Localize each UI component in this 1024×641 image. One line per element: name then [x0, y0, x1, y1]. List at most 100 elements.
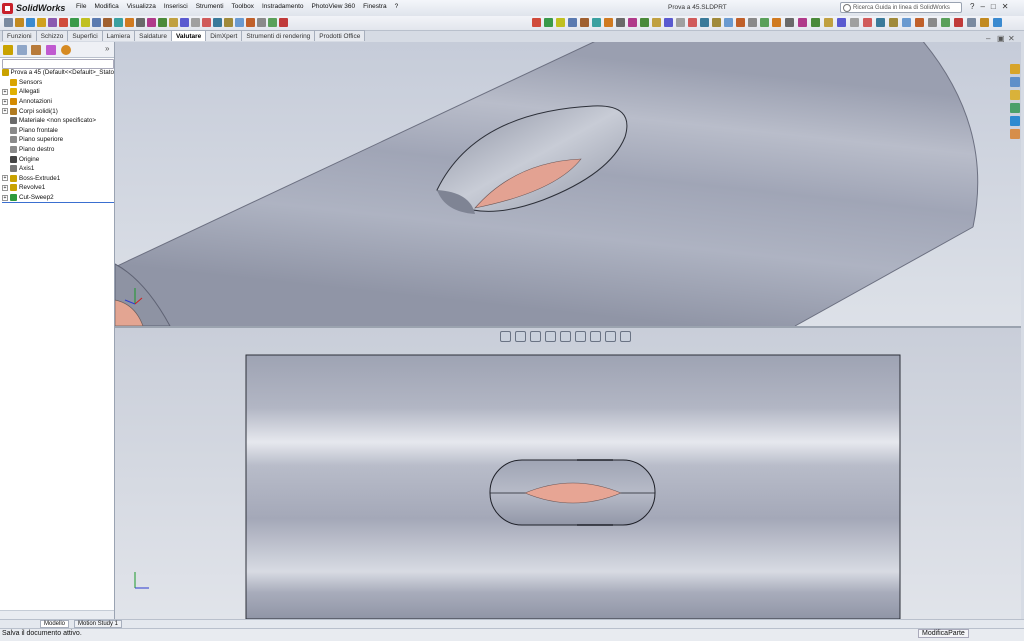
tree-item[interactable]: + Cut-Sweep2: [2, 193, 114, 204]
tab-lamiera[interactable]: Lamiera: [101, 30, 136, 41]
viewport-front[interactable]: [115, 328, 1021, 619]
toolbar-view-icon[interactable]: [889, 18, 898, 27]
toolbar-tool-icon[interactable]: [279, 18, 288, 27]
restore-button[interactable]: □: [991, 2, 996, 11]
menu-photoview-360[interactable]: PhotoView 360: [312, 3, 356, 10]
toolbar-view-icon[interactable]: [954, 18, 963, 27]
view-orientation-icon[interactable]: [560, 331, 571, 342]
toolbar-view-icon[interactable]: [863, 18, 872, 27]
toolbar-sketch-icon[interactable]: [748, 18, 757, 27]
viewport-close-button[interactable]: ✕: [1008, 34, 1015, 43]
toolbar-sketch-icon[interactable]: [592, 18, 601, 27]
toolbar-sketch-icon[interactable]: [688, 18, 697, 27]
home-icon[interactable]: [1010, 64, 1020, 74]
toolbar-sketch-icon[interactable]: [604, 18, 613, 27]
tree-item[interactable]: Piano superiore: [2, 135, 114, 145]
toolbar-sketch-icon[interactable]: [640, 18, 649, 27]
minimize-button[interactable]: –: [980, 2, 984, 11]
library-icon[interactable]: [1010, 90, 1020, 100]
zoom-fit-icon[interactable]: [500, 331, 511, 342]
toolbar-tool-icon[interactable]: [125, 18, 134, 27]
viewport-isometric[interactable]: [115, 42, 1021, 326]
toolbar-view-icon[interactable]: [941, 18, 950, 27]
toolbar-sketch-icon[interactable]: [544, 18, 553, 27]
toolbar-sketch-icon[interactable]: [616, 18, 625, 27]
toolbar-sketch-icon[interactable]: [556, 18, 565, 27]
tree-item[interactable]: Piano frontale: [2, 126, 114, 136]
section-view-icon[interactable]: [545, 331, 556, 342]
tab-valutare[interactable]: Valutare: [170, 30, 207, 41]
toolbar-tool-icon[interactable]: [92, 18, 101, 27]
toolbar-tool-icon[interactable]: [48, 18, 57, 27]
appearances-icon[interactable]: [1010, 116, 1020, 126]
expand-panel-icon[interactable]: »: [105, 44, 109, 53]
dimxpert-tab-icon[interactable]: [46, 45, 56, 55]
tree-item[interactable]: Materiale <non specificato>: [2, 116, 114, 126]
menu-finestra[interactable]: Finestra: [363, 3, 386, 10]
toolbar-tool-icon[interactable]: [235, 18, 244, 27]
help-search-input[interactable]: Ricerca Guida in linea di SolidWorks: [840, 2, 962, 13]
menu-strumenti[interactable]: Strumenti: [196, 3, 224, 10]
tab-funzioni[interactable]: Funzioni: [2, 30, 37, 41]
toolbar-view-icon[interactable]: [785, 18, 794, 27]
tree-item[interactable]: + Allegati: [2, 87, 114, 97]
toolbar-tool-icon[interactable]: [158, 18, 167, 27]
toolbar-tool-icon[interactable]: [224, 18, 233, 27]
toolbar-view-icon[interactable]: [850, 18, 859, 27]
toolbar-view-icon[interactable]: [876, 18, 885, 27]
tree-item[interactable]: + Revolve1: [2, 183, 114, 193]
solidworks-logo[interactable]: SolidWorks: [2, 2, 65, 14]
toolbar-tool-icon[interactable]: [246, 18, 255, 27]
toolbar-view-icon[interactable]: [928, 18, 937, 27]
toolbar-view-icon[interactable]: [772, 18, 781, 27]
zoom-area-icon[interactable]: [515, 331, 526, 342]
tree-item[interactable]: Axis1: [2, 164, 114, 174]
toolbar-view-icon[interactable]: [837, 18, 846, 27]
menu-modifica[interactable]: Modifica: [94, 3, 118, 10]
panel-horizontal-scrollbar[interactable]: [0, 610, 114, 619]
toolbar-view-icon[interactable]: [824, 18, 833, 27]
menu-toolbox[interactable]: Toolbox: [232, 3, 254, 10]
bottom-tab-motion-study-1[interactable]: Motion Study 1: [74, 620, 123, 628]
menu-visualizza[interactable]: Visualizza: [127, 3, 156, 10]
edit-appearance-icon[interactable]: [605, 331, 616, 342]
toolbar-tool-icon[interactable]: [191, 18, 200, 27]
toolbar-sketch-icon[interactable]: [736, 18, 745, 27]
display-style-icon[interactable]: [575, 331, 586, 342]
tree-item[interactable]: + Annotazioni: [2, 97, 114, 107]
toolbar-sketch-icon[interactable]: [700, 18, 709, 27]
toolbar-sketch-icon[interactable]: [580, 18, 589, 27]
previous-view-icon[interactable]: [530, 331, 541, 342]
expand-icon[interactable]: +: [2, 98, 8, 105]
toolbar-sketch-icon[interactable]: [532, 18, 541, 27]
toolbar-tool-icon[interactable]: [103, 18, 112, 27]
toolbar-tool-icon[interactable]: [147, 18, 156, 27]
expand-icon[interactable]: +: [2, 194, 8, 201]
expand-icon[interactable]: +: [2, 175, 8, 182]
toolbar-sketch-icon[interactable]: [568, 18, 577, 27]
toolbar-view-icon[interactable]: [980, 18, 989, 27]
toolbar-tool-icon[interactable]: [136, 18, 145, 27]
tab-dimxpert[interactable]: DimXpert: [205, 30, 243, 41]
viewport-minimize-button[interactable]: –: [986, 34, 990, 43]
toolbar-view-icon[interactable]: [915, 18, 924, 27]
menu--[interactable]: ?: [395, 3, 399, 10]
toolbar-sketch-icon[interactable]: [652, 18, 661, 27]
menu-inserisci[interactable]: Inserisci: [164, 3, 188, 10]
custom-props-icon[interactable]: [1010, 129, 1020, 139]
tab-strumenti-di-rendering[interactable]: Strumenti di rendering: [241, 30, 316, 41]
menu-file[interactable]: File: [76, 3, 86, 10]
toolbar-sketch-icon[interactable]: [628, 18, 637, 27]
toolbar-sketch-icon[interactable]: [664, 18, 673, 27]
toolbar-tool-icon[interactable]: [70, 18, 79, 27]
toolbar-tool-icon[interactable]: [169, 18, 178, 27]
bottom-tab-modello[interactable]: Modello: [40, 620, 70, 628]
toolbar-sketch-icon[interactable]: [712, 18, 721, 27]
toolbar-view-icon[interactable]: [798, 18, 807, 27]
help-icon[interactable]: ?: [970, 2, 974, 11]
toolbar-tool-icon[interactable]: [81, 18, 90, 27]
scene-icon[interactable]: [620, 331, 631, 342]
feature-tree-tab-icon[interactable]: [3, 45, 13, 55]
toolbar-tool-icon[interactable]: [114, 18, 123, 27]
toolbar-view-icon[interactable]: [967, 18, 976, 27]
